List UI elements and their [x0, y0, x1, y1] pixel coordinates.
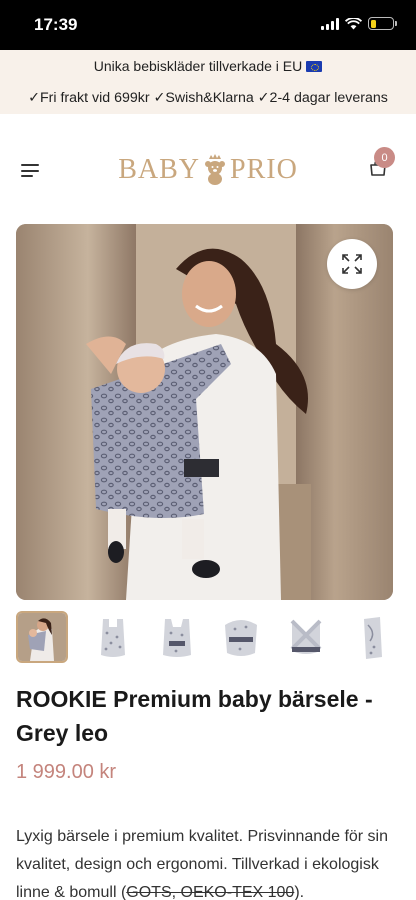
thumb-carrier-hood[interactable]	[215, 611, 267, 663]
thumb-carrier-front[interactable]	[87, 611, 139, 663]
thumb-carrier-folded[interactable]	[346, 611, 398, 663]
product-title: ROOKIE Premium baby bärsele - Grey leo	[16, 686, 373, 746]
thumb-carrier-back[interactable]	[280, 611, 332, 663]
site-header: BABY PRIO 0	[0, 114, 416, 224]
thumb-carrier-front-alt[interactable]	[151, 611, 203, 663]
thumb-1-image	[18, 613, 66, 661]
description-struck-certification: GOTS, OEKO-TEX 100	[126, 884, 295, 900]
product-description: Lyxig bärsele i premium kvalitet. Prisvi…	[16, 823, 400, 900]
expand-arrows-icon	[342, 254, 362, 274]
thumbnail-strip	[16, 611, 400, 665]
site-logo[interactable]: BABY PRIO	[116, 152, 300, 188]
battery-level	[370, 19, 376, 28]
thumb-3-image	[151, 611, 203, 663]
logo-text-left: BABY	[118, 154, 200, 185]
cart-count-badge[interactable]: 0	[374, 147, 395, 168]
promo-line-1-text: Unika bebiskläder tillverkade i EU	[93, 58, 303, 74]
promo-line-2: ✓Fri frakt vid 699kr ✓Swish&Klarna ✓2-4 …	[28, 90, 388, 106]
status-icons	[321, 17, 397, 30]
status-bar: 17:39	[0, 0, 416, 50]
thumb-6-image	[346, 611, 398, 663]
promo-banner: Unika bebiskläder tillverkade i EU ✓Fri …	[0, 50, 416, 114]
teddy-bear-crown-icon	[205, 154, 225, 185]
thumb-4-image	[215, 611, 267, 663]
status-time: 17:39	[34, 15, 78, 34]
thumb-5-image	[280, 611, 332, 663]
thumb-2-image	[87, 611, 139, 663]
logo-text-right: PRIO	[230, 154, 298, 185]
promo-line-1: Unika bebiskläder tillverkade i EU	[0, 58, 416, 74]
product-price: 1 999.00 kr	[16, 761, 117, 783]
eu-flag-icon	[306, 61, 323, 72]
hamburger-menu-icon[interactable]	[21, 164, 39, 177]
cellular-signal-icon	[321, 17, 339, 30]
wifi-icon	[345, 17, 362, 29]
expand-image-button[interactable]	[327, 239, 377, 289]
description-end: ).	[294, 884, 305, 900]
thumb-woman-with-baby[interactable]	[16, 611, 68, 663]
battery-icon	[368, 17, 397, 30]
